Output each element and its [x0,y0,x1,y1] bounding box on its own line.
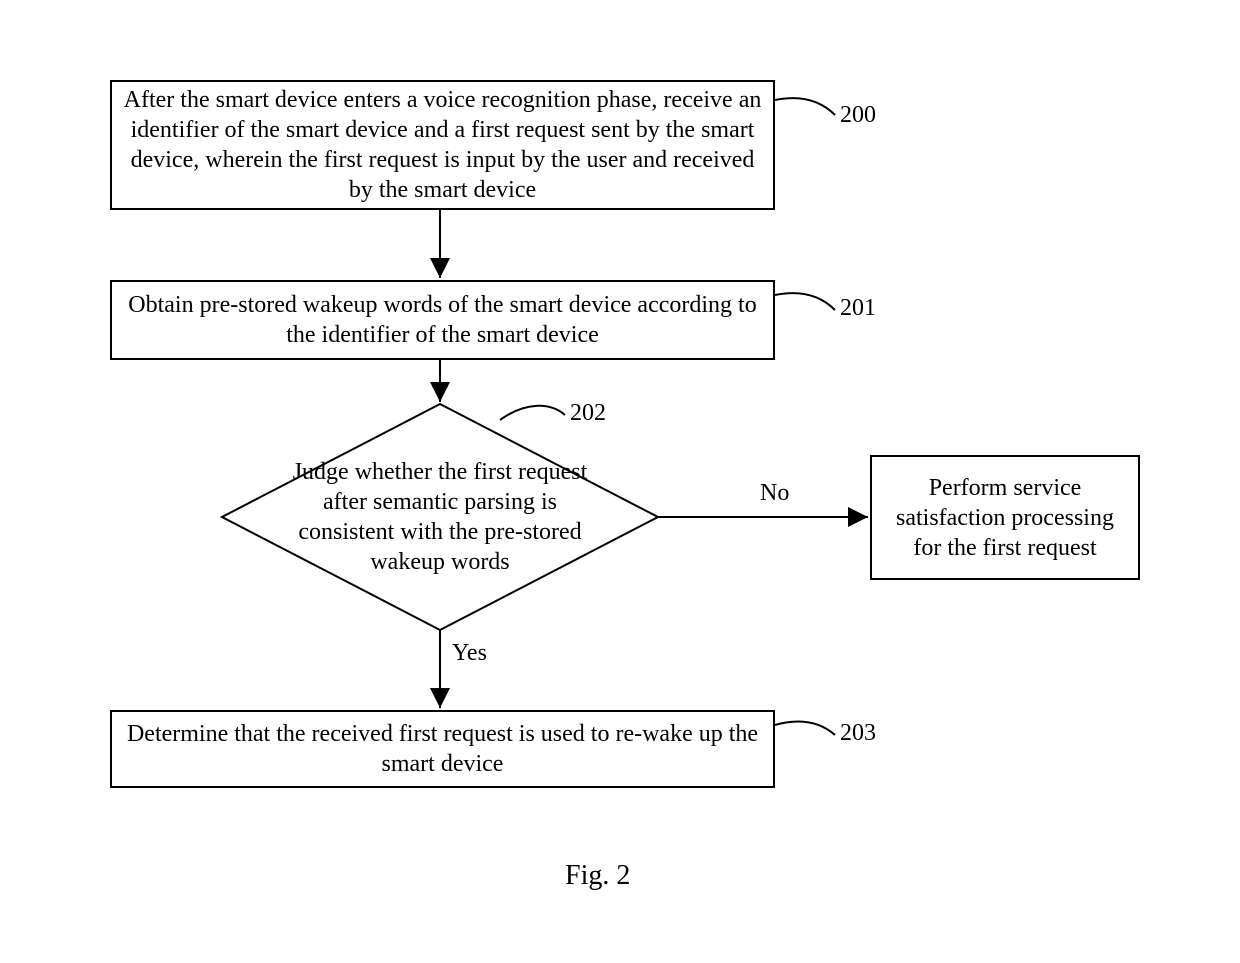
figure-caption: Fig. 2 [565,860,630,892]
flowchart-canvas: After the smart device enters a voice re… [0,0,1240,963]
ref-203: 203 [840,720,876,747]
leader-203 [0,0,1240,963]
